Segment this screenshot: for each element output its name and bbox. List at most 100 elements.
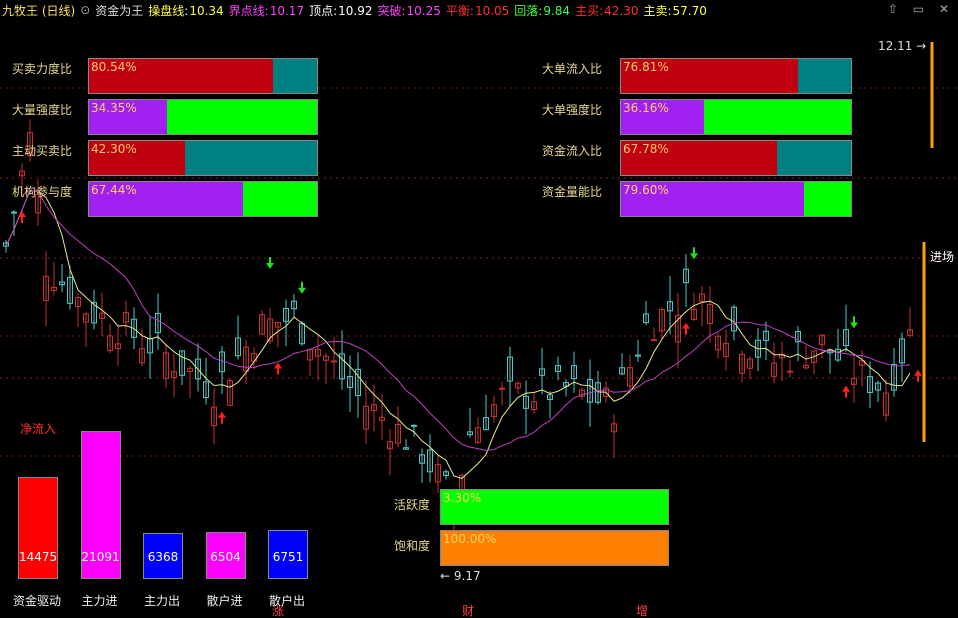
gauge-label: 活跃度 <box>394 498 431 512</box>
gauge-label: 机构参与度 <box>12 185 73 199</box>
netflow-bar-value: 6368 <box>147 549 179 564</box>
candle-body <box>11 211 17 214</box>
gauge-value: 80.54% <box>91 60 137 74</box>
header-field: 主卖:57.70 <box>643 4 706 18</box>
header-field: 突破:10.25 <box>377 4 440 18</box>
netflow-bar: 6368 <box>143 532 183 579</box>
netflow-bar: 14475 <box>18 476 58 579</box>
header-field-value: 10.05 <box>474 3 510 18</box>
netflow-bar-value: 14475 <box>19 549 58 564</box>
gauge-remainder <box>167 100 317 134</box>
gauge-value: 100.00% <box>443 532 497 546</box>
gauge-remainder <box>185 141 317 175</box>
header-field: 界点线:10.17 <box>229 4 304 18</box>
header-field: 回落:9.84 <box>514 4 570 18</box>
gauge-value: 76.81% <box>623 60 669 74</box>
gauge-label: 资金量能比 <box>542 185 603 199</box>
stock-title[interactable]: 九牧王 (日线) <box>2 2 75 19</box>
netflow-bar-label: 散户出 <box>268 594 305 608</box>
gauge-bar: 76.81% <box>620 58 852 94</box>
high-price-label: 12.11 → <box>878 39 926 53</box>
ma-long-line <box>5 190 911 451</box>
netflow-bar-label: 散户进 <box>206 594 243 608</box>
gauge-value: 67.78% <box>623 142 669 156</box>
header-field-label: 主买: <box>575 3 604 18</box>
header-field-label: 操盘线: <box>148 3 189 18</box>
header-field-label: 回落: <box>514 3 543 18</box>
header-field-value: 10.92 <box>338 3 373 18</box>
netflow-bar: 6751 <box>268 530 308 579</box>
chart-area[interactable]: 12.11 → ← 9.17 进场涨财增 买卖力度比 80.54% 大量强度比 34.35… <box>0 20 958 618</box>
gauge-label: 主动买卖比 <box>12 144 73 158</box>
gauge-bar: 42.30% <box>88 140 318 176</box>
entry-label: 进场 <box>930 250 954 264</box>
header-field-value: 42.30 <box>604 3 639 18</box>
gauge-value: 3.30% <box>443 491 482 505</box>
buy-arrow-icon <box>18 211 26 224</box>
header-field: 顶点:10.92 <box>309 4 372 18</box>
header-field-label: 主卖: <box>643 3 672 18</box>
header-field: 操盘线:10.34 <box>148 4 223 18</box>
header-field-value: 9.84 <box>543 3 571 18</box>
gauge-remainder <box>776 141 851 175</box>
gauge-value: 42.30% <box>91 142 137 156</box>
sell-arrow-icon <box>690 247 698 260</box>
header-controls: ⇧ ▭ ✕ <box>882 2 954 16</box>
sell-arrow-icon <box>850 316 858 329</box>
header-field-label: 顶点: <box>309 3 338 18</box>
indicator-name[interactable]: 资金为王 <box>95 2 143 19</box>
gauge-value: 79.60% <box>623 183 669 197</box>
candle-body <box>411 424 417 427</box>
close-icon[interactable]: ✕ <box>939 2 949 16</box>
candle-body <box>499 387 505 390</box>
gauge-remainder <box>797 59 851 93</box>
buy-arrow-icon <box>274 362 282 375</box>
header-field: 主买:42.30 <box>575 4 638 18</box>
gauge-label: 大单强度比 <box>542 103 603 117</box>
header-field-value: 10.25 <box>406 3 441 18</box>
netflow-bar: 21091 <box>80 431 121 579</box>
gauge-label: 饱和度 <box>394 539 431 553</box>
up-arrow-icon[interactable]: ⇧ <box>888 2 898 16</box>
netflow-bar-value: 21091 <box>81 550 120 564</box>
netflow-bar-value: 6504 <box>210 549 241 564</box>
gauge-bar: 79.60% <box>620 181 852 217</box>
gauge-bar: 34.35% <box>88 99 318 135</box>
low-price-label: ← 9.17 <box>440 569 481 583</box>
netflow-bar-label: 资金驱动 <box>12 594 61 608</box>
candle-body <box>787 370 793 373</box>
header-field-label: 平衡: <box>445 3 474 18</box>
gauge-remainder <box>242 182 317 216</box>
gauge-bar: 67.78% <box>620 140 852 176</box>
header-field: 平衡:10.05 <box>446 4 509 18</box>
sell-arrow-icon <box>266 256 274 269</box>
header-field-value: 10.34 <box>189 3 224 18</box>
gauge-value: 34.35% <box>91 101 137 115</box>
candle-body <box>331 360 337 363</box>
gauge-value: 67.44% <box>91 183 137 197</box>
gauge-remainder <box>804 182 851 216</box>
gauge-label: 大单流入比 <box>542 62 603 76</box>
gauge-bar: 36.16% <box>620 99 852 135</box>
gauge-bar: 3.30% <box>440 489 669 525</box>
buy-arrow-icon <box>914 369 922 382</box>
netflow-bar: 6504 <box>205 531 246 579</box>
buy-arrow-icon <box>842 385 850 398</box>
chart-header: 九牧王 (日线) ⊙ 资金为王 操盘线:10.34 界点线:10.17 顶点:10.… <box>0 0 958 20</box>
settings-icon[interactable]: ⊙ <box>80 3 90 17</box>
header-fields: 操盘线:10.34 界点线:10.17 顶点:10.92 突破:10.25 平衡:10.… <box>148 2 712 19</box>
header-field-value: 10.17 <box>269 3 305 18</box>
gauge-remainder <box>704 100 851 134</box>
header-field-label: 界点线: <box>228 3 269 18</box>
gauge-bar: 80.54% <box>88 58 318 94</box>
minimize-icon[interactable]: ▭ <box>913 2 924 16</box>
header-field-value: 57.70 <box>672 3 707 18</box>
buy-arrow-icon <box>218 411 226 424</box>
bottom-mark-label: 增 <box>636 604 648 618</box>
gauge-label: 买卖力度比 <box>12 62 73 76</box>
netflow-bar-label: 主力进 <box>81 594 118 608</box>
netflow-title: 净流入 <box>20 422 57 436</box>
header-field-label: 突破: <box>377 3 406 18</box>
bottom-mark-label: 财 <box>462 604 474 618</box>
buy-arrow-icon <box>682 322 690 335</box>
